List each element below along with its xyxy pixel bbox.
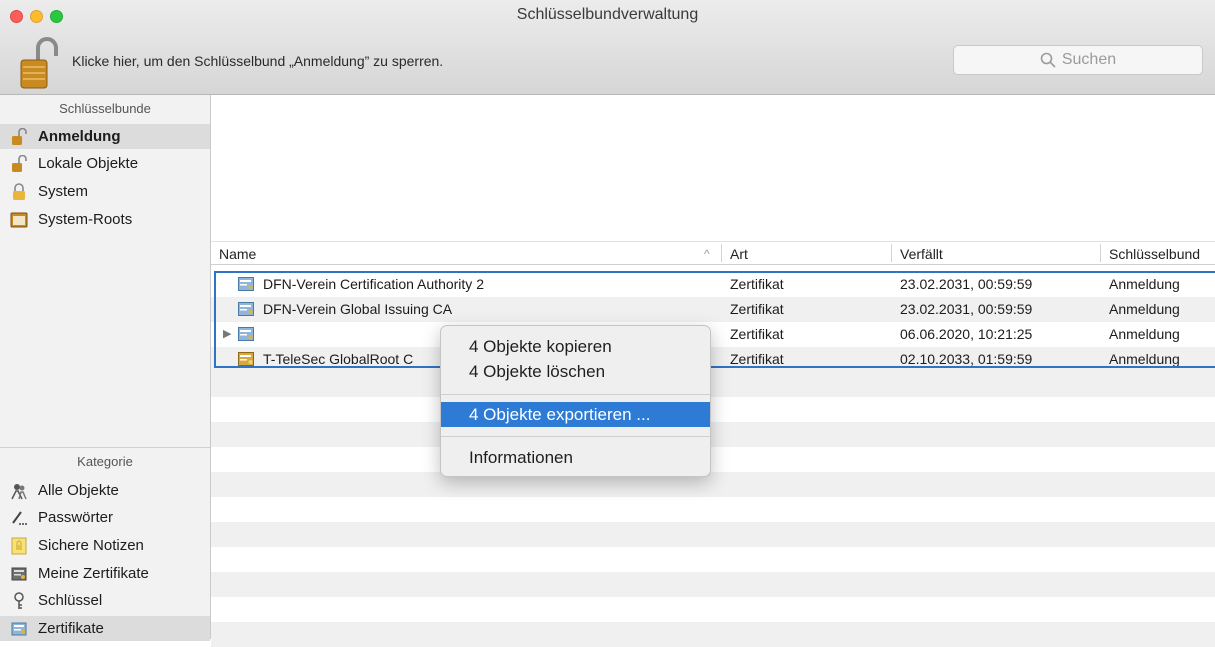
keychains-header: Schlüsselbunde xyxy=(59,101,151,116)
sidebar-item-passwoerter[interactable]: Passwörter xyxy=(0,505,210,530)
unlocked-padlock-icon xyxy=(10,154,28,173)
empty-row xyxy=(211,622,1215,647)
empty-row xyxy=(211,572,1215,597)
certificate-icon xyxy=(238,352,254,366)
sidebar-divider xyxy=(0,447,210,448)
empty-row xyxy=(211,522,1215,547)
empty-row xyxy=(211,422,1215,447)
sidebar-item-anmeldung[interactable]: Anmeldung xyxy=(0,124,210,149)
cell-expires: 02.10.2033, 01:59:59 xyxy=(900,351,1033,367)
sidebar: Schlüsselbunde Anmeldung Lokale Objekte … xyxy=(0,95,211,641)
sidebar-item-label: Meine Zertifikate xyxy=(38,565,149,582)
search-field[interactable]: Suchen xyxy=(953,45,1203,75)
column-header-art[interactable]: Art xyxy=(730,246,748,262)
cell-expires: 23.02.2031, 00:59:59 xyxy=(900,276,1033,292)
cell-art: Zertifikat xyxy=(730,351,784,367)
certificate-icon xyxy=(10,620,28,638)
cell-name: DFN-Verein Certification Authority 2 xyxy=(263,276,484,292)
cell-expires: 23.02.2031, 00:59:59 xyxy=(900,301,1033,317)
sidebar-item-alle-objekte[interactable]: Alle Objekte xyxy=(0,478,210,503)
cell-name: DFN-Verein Global Issuing CA xyxy=(263,301,453,317)
sidebar-item-label: Alle Objekte xyxy=(38,482,119,499)
sidebar-item-zertifikate[interactable]: Zertifikate xyxy=(0,616,210,641)
sidebar-item-label: Sichere Notizen xyxy=(38,537,144,554)
key-icon xyxy=(10,591,28,610)
table-row[interactable]: T-TeleSec GlobalRoot C Zertifikat 02.10.… xyxy=(211,347,1215,372)
sidebar-item-label: System-Roots xyxy=(38,211,133,228)
table-header: Name ^ Art Verfällt Schlüsselbund xyxy=(211,241,1215,265)
cell-keychain: Anmeldung xyxy=(1109,276,1180,292)
cell-keychain: Anmeldung xyxy=(1109,351,1180,367)
table-row[interactable]: DFN-Verein Certification Authority 2 Zer… xyxy=(211,272,1215,297)
table-row[interactable]: DFN-Verein Global Issuing CA Zertifikat … xyxy=(211,297,1215,322)
sidebar-item-schluessel[interactable]: Schlüssel xyxy=(0,588,210,613)
menu-item-info[interactable]: Informationen xyxy=(441,445,710,470)
certificate-list-area: Name ^ Art Verfällt Schlüsselbund DFN-Ve… xyxy=(211,95,1215,647)
secure-note-icon xyxy=(10,537,28,555)
sidebar-item-label: Anmeldung xyxy=(38,128,121,145)
sidebar-item-meine-zertifikate[interactable]: Meine Zertifikate xyxy=(0,561,210,586)
sidebar-item-label: Schlüssel xyxy=(38,592,103,609)
certificate-icon xyxy=(238,327,254,341)
cell-art: Zertifikat xyxy=(730,326,784,342)
cell-expires: 06.06.2020, 10:21:25 xyxy=(900,326,1033,342)
cell-keychain: Anmeldung xyxy=(1109,301,1180,317)
menu-item-export[interactable]: 4 Objekte exportieren ... xyxy=(441,402,710,427)
search-placeholder: Suchen xyxy=(1061,51,1117,68)
column-divider[interactable] xyxy=(721,244,722,262)
cell-keychain: Anmeldung xyxy=(1109,326,1180,342)
menu-item-delete[interactable]: 4 Objekte löschen xyxy=(441,359,710,384)
window-title: Schlüsselbundverwaltung xyxy=(516,6,699,23)
context-menu: 4 Objekte kopieren 4 Objekte löschen 4 O… xyxy=(440,325,711,477)
table-row[interactable]: ▶ Zertifikat 06.06.2020, 10:21:25 Anmeld… xyxy=(211,322,1215,347)
sidebar-item-lokale-objekte[interactable]: Lokale Objekte xyxy=(0,151,210,176)
certificate-icon xyxy=(238,302,254,316)
empty-row xyxy=(211,372,1215,397)
people-icon xyxy=(10,482,28,500)
cell-art: Zertifikat xyxy=(730,301,784,317)
menu-item-copy[interactable]: 4 Objekte kopieren xyxy=(441,334,710,359)
pen-dots-icon xyxy=(10,509,28,527)
column-divider[interactable] xyxy=(891,244,892,262)
sidebar-item-label: Lokale Objekte xyxy=(38,155,139,172)
column-header-verfaellt[interactable]: Verfällt xyxy=(900,246,943,262)
certificate-icon xyxy=(238,277,254,291)
window-toolbar: Schlüsselbundverwaltung Klicke hier, um … xyxy=(0,0,1215,95)
locked-padlock-icon xyxy=(10,182,28,201)
disclosure-triangle-icon[interactable]: ▶ xyxy=(223,327,231,340)
lock-keychain-link[interactable]: Klicke hier, um den Schlüsselbund „Anmel… xyxy=(72,53,443,69)
sidebar-item-system-roots[interactable]: System-Roots xyxy=(0,207,210,232)
unlocked-padlock-icon xyxy=(10,127,28,146)
folder-cabinet-icon xyxy=(10,211,28,229)
sidebar-item-label: Zertifikate xyxy=(38,620,104,637)
column-header-schluesselbund[interactable]: Schlüsselbund xyxy=(1109,246,1200,262)
sort-ascending-icon: ^ xyxy=(704,247,710,261)
unlocked-padlock-icon[interactable] xyxy=(18,36,60,90)
sidebar-item-system[interactable]: System xyxy=(0,179,210,204)
sidebar-item-label: System xyxy=(38,183,89,200)
column-divider[interactable] xyxy=(1100,244,1101,262)
my-certificate-icon xyxy=(10,565,28,583)
cell-art: Zertifikat xyxy=(730,276,784,292)
magnifier-icon xyxy=(1040,52,1056,68)
sidebar-item-sichere-notizen[interactable]: Sichere Notizen xyxy=(0,533,210,558)
sidebar-item-label: Passwörter xyxy=(38,509,114,526)
menu-separator xyxy=(441,394,710,395)
category-header: Kategorie xyxy=(77,454,133,469)
cell-name: T-TeleSec GlobalRoot C xyxy=(263,351,414,367)
column-header-name[interactable]: Name xyxy=(219,246,256,262)
menu-separator xyxy=(441,436,710,437)
empty-row xyxy=(211,472,1215,497)
